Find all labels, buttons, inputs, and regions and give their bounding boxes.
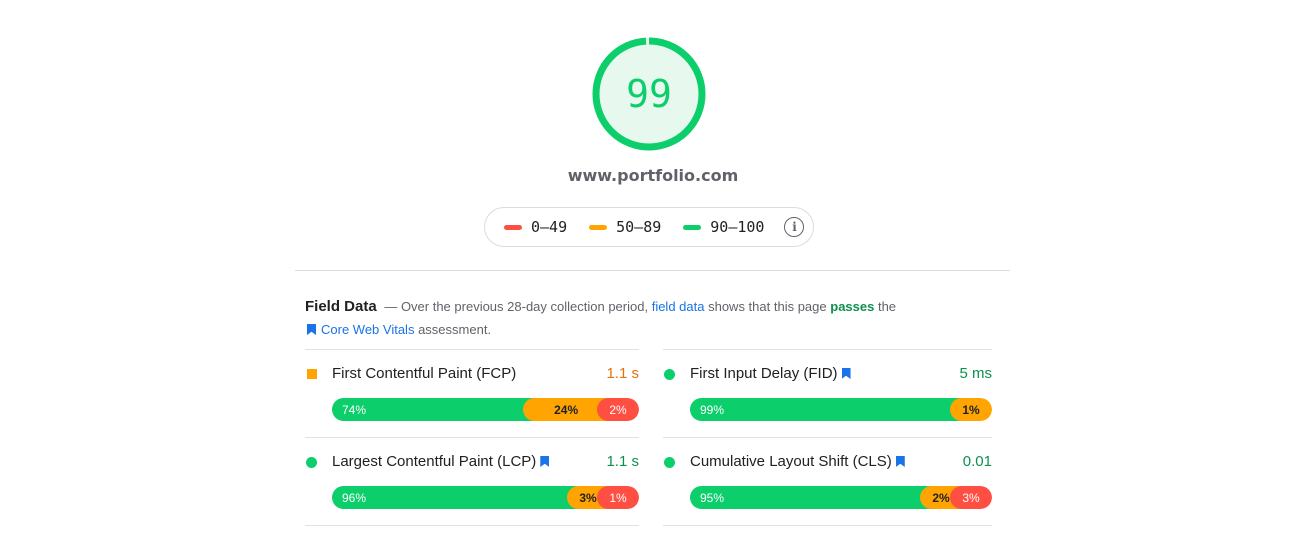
- passes-text: passes: [830, 299, 875, 314]
- good-circle-icon: [663, 368, 675, 380]
- legend-average-label: 50–89: [616, 218, 662, 236]
- metric-name: Largest Contentful Paint (LCP): [332, 453, 550, 470]
- distribution-bar: 99% 1%: [690, 398, 992, 421]
- bookmark-icon: [841, 368, 851, 379]
- legend-pass-label: 90–100: [710, 218, 765, 236]
- field-data-link[interactable]: field data: [652, 299, 705, 314]
- bookmark-icon: [540, 456, 550, 467]
- field-data-text-3: the: [877, 299, 897, 314]
- metric-value: 5 ms: [959, 365, 992, 382]
- average-square-icon: [305, 368, 317, 379]
- site-url: www.portfolio.com: [567, 166, 739, 185]
- legend-item-fail: 0–49: [504, 218, 567, 236]
- good-circle-icon: [305, 456, 317, 468]
- legend-pass-marker: [683, 224, 702, 230]
- core-web-vitals-link[interactable]: Core Web Vitals: [321, 322, 414, 337]
- good-circle-icon: [663, 456, 675, 468]
- distribution-bar: 96% 3% 1%: [332, 486, 639, 509]
- good-segment: 99%: [690, 398, 962, 421]
- poor-segment: 2%: [596, 398, 639, 421]
- score-legend: 0–49 50–89 90–100 i: [484, 207, 814, 247]
- field-data-description-line-2: Core Web Vitals assessment.: [307, 322, 491, 337]
- bookmark-icon: [307, 324, 316, 335]
- metric-value: 0.01: [962, 453, 992, 470]
- legend-item-average: 50–89: [589, 218, 661, 236]
- field-data-dash: —: [384, 299, 398, 314]
- distribution-bar: 95% 2% 3%: [690, 486, 992, 509]
- field-data-text-2: shows that this page: [708, 299, 827, 314]
- needs-improvement-segment: 1%: [950, 398, 992, 421]
- field-data-text-4: assessment.: [418, 322, 492, 337]
- good-segment: 96%: [332, 486, 579, 509]
- poor-segment: 3%: [950, 486, 992, 509]
- metric-name: First Contentful Paint (FCP): [332, 365, 517, 382]
- metric-fcp: First Contentful Paint (FCP) 1.1 s 74% 24…: [305, 363, 639, 443]
- performance-score: 99: [626, 72, 672, 116]
- poor-segment: 1%: [597, 486, 639, 509]
- legend-fail-label: 0–49: [531, 218, 568, 236]
- legend-fail-marker: [504, 224, 522, 230]
- field-data-title: Field Data: [305, 298, 377, 315]
- metric-name: First Input Delay (FID): [690, 365, 851, 382]
- field-data-description: Field Data — Over the previous 28-day co…: [305, 298, 896, 315]
- row-divider: [663, 349, 992, 350]
- field-data-text-1: Over the previous 28-day collection peri…: [400, 299, 649, 314]
- good-segment: 74%: [332, 398, 536, 421]
- distribution-bar: 74% 24% 2%: [332, 398, 639, 421]
- info-icon[interactable]: i: [784, 217, 805, 237]
- metric-name: Cumulative Layout Shift (CLS): [690, 453, 905, 470]
- bookmark-icon: [895, 456, 905, 467]
- performance-score-gauge: 99: [591, 36, 707, 152]
- legend-item-pass: 90–100: [683, 218, 764, 236]
- metric-fid: First Input Delay (FID) 5 ms 99% 1%: [663, 363, 992, 443]
- row-divider: [305, 349, 639, 350]
- good-segment: 95%: [690, 486, 932, 509]
- metric-value: 1.1 s: [606, 365, 639, 382]
- metric-cls: Cumulative Layout Shift (CLS) 0.01 95% 2%…: [663, 451, 992, 531]
- metric-lcp: Largest Contentful Paint (LCP) 1.1 s 96%…: [305, 451, 639, 531]
- metric-value: 1.1 s: [606, 453, 639, 470]
- legend-average-marker: [589, 224, 608, 230]
- section-divider: [295, 270, 1010, 271]
